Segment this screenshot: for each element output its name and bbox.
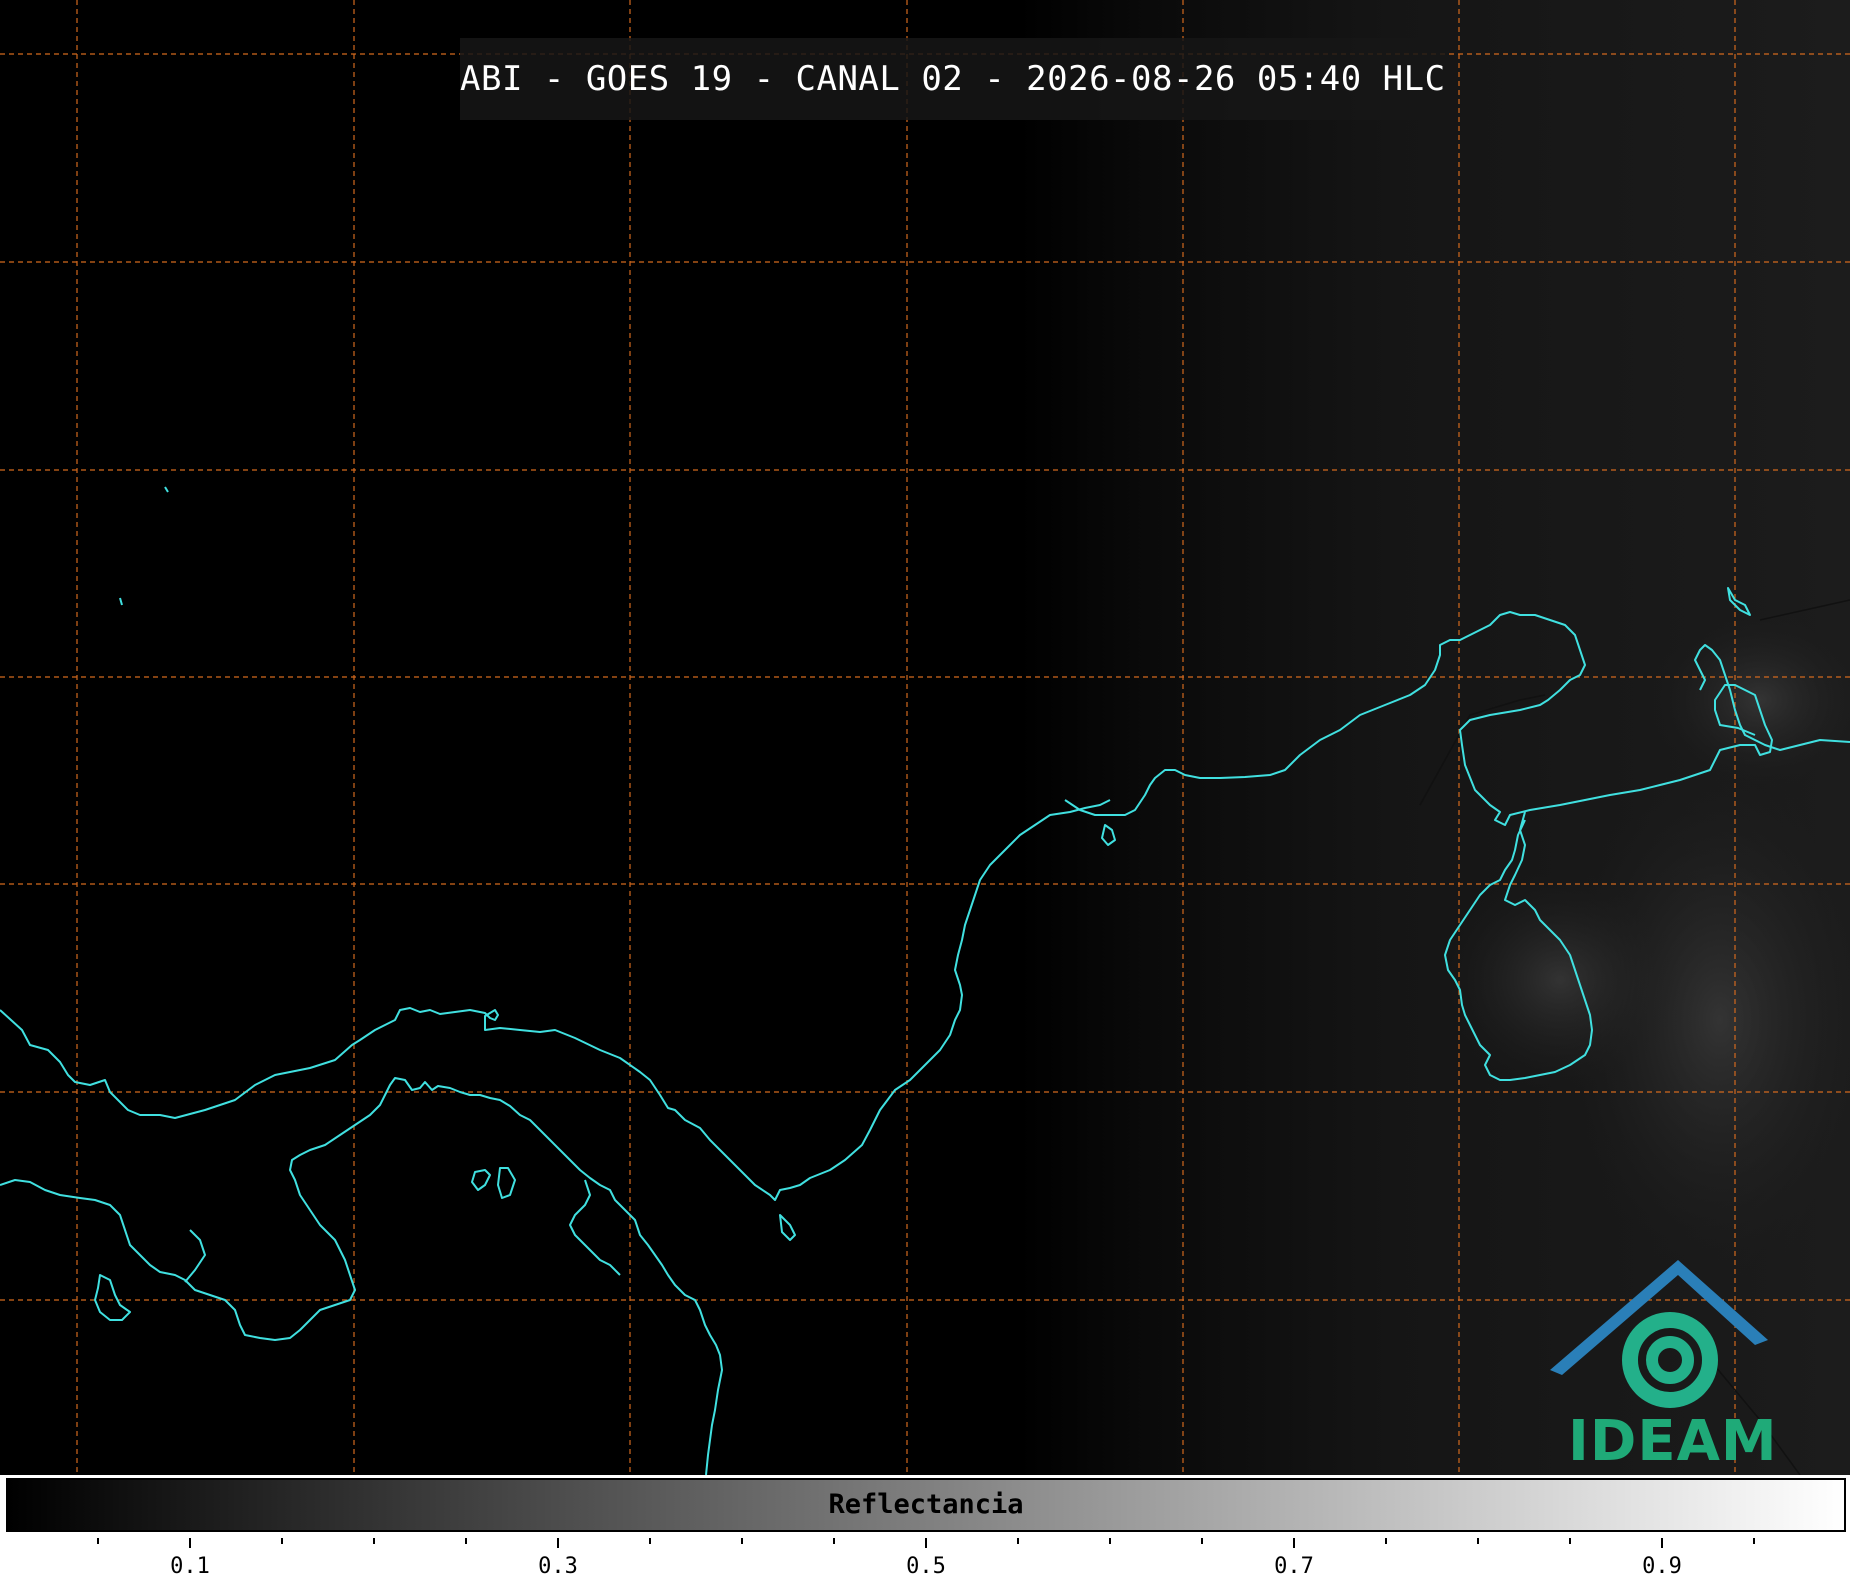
colorbar-minor-tick — [373, 1538, 375, 1544]
colorbar-major-tick — [1293, 1538, 1295, 1548]
cloud-area — [1440, 870, 1680, 1090]
colorbar-tick-label: 0.5 — [906, 1554, 946, 1579]
colorbar-axis: 0.1 0.3 0.5 0.7 0.9 — [0, 1532, 1850, 1579]
colorbar: Reflectancia — [6, 1478, 1846, 1532]
colorbar-major-tick — [557, 1538, 559, 1548]
colorbar-minor-tick — [1477, 1538, 1479, 1544]
colorbar-major-tick — [189, 1538, 191, 1548]
colorbar-minor-tick — [465, 1538, 467, 1544]
colorbar-tick-label: 0.1 — [170, 1554, 210, 1579]
colorbar-minor-tick — [1017, 1538, 1019, 1544]
colorbar-tick-label: 0.9 — [1642, 1554, 1682, 1579]
colorbar-minor-tick — [741, 1538, 743, 1544]
colorbar-tick-label: 0.7 — [1274, 1554, 1314, 1579]
colorbar-tick-label: 0.3 — [538, 1554, 578, 1579]
logo-text: IDEAM — [1568, 1409, 1778, 1474]
colorbar-minor-tick — [97, 1538, 99, 1544]
colorbar-minor-tick — [281, 1538, 283, 1544]
colorbar-minor-tick — [1201, 1538, 1203, 1544]
colorbar-minor-tick — [649, 1538, 651, 1544]
map-title: ABI - GOES 19 - CANAL 02 - 2026-08-26 05… — [460, 38, 1445, 120]
logo-swirl — [1622, 1312, 1718, 1408]
colorbar-label: Reflectancia — [828, 1489, 1024, 1520]
colorbar-minor-tick — [833, 1538, 835, 1544]
colorbar-major-tick — [925, 1538, 927, 1548]
colorbar-major-tick — [1661, 1538, 1663, 1548]
colorbar-minor-tick — [1569, 1538, 1571, 1544]
colorbar-minor-tick — [1109, 1538, 1111, 1544]
colorbar-minor-tick — [1385, 1538, 1387, 1544]
colorbar-minor-tick — [1753, 1538, 1755, 1544]
